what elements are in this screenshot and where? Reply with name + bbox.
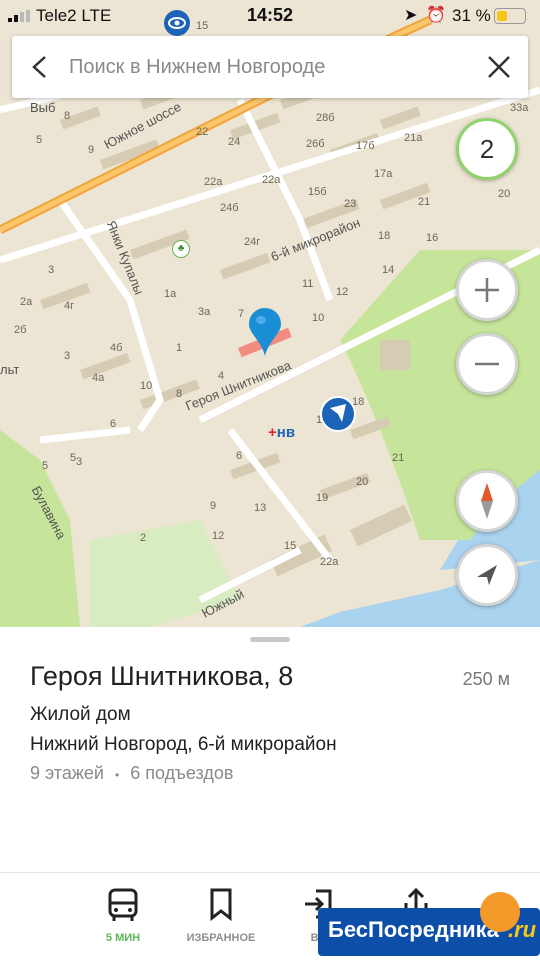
promo-text: БесПосредника xyxy=(328,917,499,942)
house-number: 2б xyxy=(14,324,27,336)
house-number: 9 xyxy=(88,144,95,156)
road-label-vyb: Выб xyxy=(30,100,56,115)
alarm-icon: ⏰ xyxy=(426,7,446,24)
search-input[interactable]: Поиск в Нижнем Новгороде xyxy=(69,56,325,79)
house-number: 8 xyxy=(64,110,71,122)
place-distance: 250 м xyxy=(462,669,510,689)
house-number: 33а xyxy=(510,102,529,114)
house-number: 17а xyxy=(374,168,393,180)
plus-icon xyxy=(475,278,499,302)
house-number: 14 xyxy=(382,264,395,276)
house-number: 7 xyxy=(238,308,245,320)
house-number: 26б xyxy=(306,138,325,150)
house-number: 12 xyxy=(336,286,349,298)
house-number: 2а xyxy=(20,296,33,308)
house-number: 15 xyxy=(284,540,297,552)
battery-icon xyxy=(494,8,526,24)
house-number: 20 xyxy=(498,188,511,200)
zoom-in-button[interactable] xyxy=(456,259,518,321)
house-number: 4г xyxy=(64,300,75,312)
user-location-icon xyxy=(320,396,356,432)
battery-percent: 31 % xyxy=(452,6,491,25)
house-number: 3 xyxy=(76,456,83,468)
minus-icon xyxy=(475,362,499,366)
building-type: Жилой дом xyxy=(30,704,131,725)
city-district: Нижний Новгород, 6-й микрорайон xyxy=(30,734,337,755)
cluster-count-button[interactable]: 2 xyxy=(456,118,518,180)
cluster-count: 2 xyxy=(479,134,495,164)
house-number: 15б xyxy=(308,186,327,198)
status-bar: Tele2 LTE 14:52 ➤ ⏰ 31 % xyxy=(0,0,540,32)
entrances-count: 6 подъездов xyxy=(130,763,234,783)
house-number: 21 xyxy=(418,196,431,208)
place-card[interactable]: Героя Шнитникова, 8 250 м Жилой дом Нижн… xyxy=(0,627,540,872)
drag-handle[interactable] xyxy=(250,637,290,642)
house-number: 24 xyxy=(228,136,241,148)
house-number: 24б xyxy=(220,202,239,214)
floors-count: 9 этажей xyxy=(30,763,104,783)
compass-button[interactable] xyxy=(456,470,518,532)
house-number: 12 xyxy=(212,530,225,542)
location-arrow-icon: ➤ xyxy=(404,7,418,24)
house-number: 19 xyxy=(316,492,329,504)
compass-icon xyxy=(481,483,493,519)
house-number: 1 xyxy=(176,342,183,354)
house-number: 28б xyxy=(316,112,335,124)
house-number: 22а xyxy=(320,556,339,568)
house-number: 6 xyxy=(110,418,117,430)
house-number: 3 xyxy=(64,350,71,362)
house-number: 21 xyxy=(392,452,405,464)
house-number: 4а xyxy=(92,372,105,384)
road-label-lt: льт xyxy=(0,362,20,377)
house-number: 4б xyxy=(110,342,123,354)
zoom-out-button[interactable] xyxy=(456,333,518,395)
house-number: 5 xyxy=(36,134,43,146)
house-number: 20 xyxy=(356,476,369,488)
building-meta: 9 этажей • 6 подъездов xyxy=(30,763,233,784)
house-number: 24г xyxy=(244,236,261,248)
house-number: 3 xyxy=(48,264,55,276)
house-number: 18 xyxy=(378,230,391,242)
navigation-arrow-icon xyxy=(477,565,497,585)
house-number: 2 xyxy=(140,532,147,544)
house-number: 13 xyxy=(254,502,267,514)
house-number: 3а xyxy=(198,306,211,318)
my-location-button[interactable] xyxy=(456,544,518,606)
fox-mascot-icon xyxy=(480,892,520,932)
house-number: 5 xyxy=(42,460,49,472)
park-poi-icon[interactable]: ♣ xyxy=(172,240,190,258)
house-number: 6 xyxy=(236,450,243,462)
house-number: 21а xyxy=(404,132,423,144)
house-number: 9 xyxy=(210,500,217,512)
store-poi-icon[interactable]: +нв xyxy=(268,424,295,441)
house-number: 16 xyxy=(426,232,439,244)
house-number: 8 xyxy=(176,388,183,400)
house-number: 22 xyxy=(196,126,209,138)
house-number: 10 xyxy=(140,380,153,392)
place-address: Героя Шнитникова, 8 xyxy=(30,661,294,691)
close-icon[interactable] xyxy=(486,54,512,80)
store-poi-label: нв xyxy=(276,424,296,441)
house-number: 22а xyxy=(204,176,223,188)
house-number: 23 xyxy=(344,198,357,210)
bus-icon xyxy=(108,888,138,921)
house-number: 4 xyxy=(218,370,225,382)
house-number: 1а xyxy=(164,288,177,300)
back-arrow-icon[interactable] xyxy=(30,55,50,79)
house-number: 11 xyxy=(302,278,314,290)
house-number: 10 xyxy=(312,312,325,324)
bookmark-icon xyxy=(210,888,232,921)
search-bar[interactable]: Поиск в Нижнем Новгороде xyxy=(12,36,528,98)
meta-separator: • xyxy=(114,768,120,782)
house-number: 17б xyxy=(356,140,375,152)
house-number: 22а xyxy=(262,174,281,186)
